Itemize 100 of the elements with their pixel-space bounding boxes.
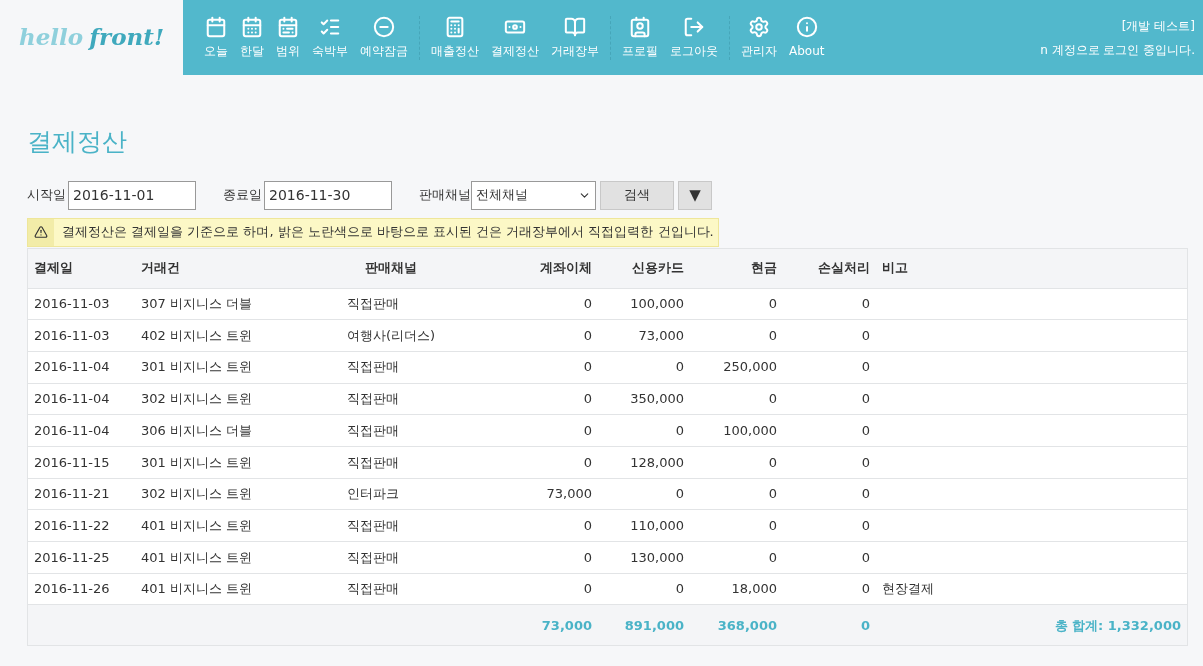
- table-cell: 0: [675, 486, 684, 502]
- table-cell: 0: [861, 296, 870, 312]
- column-header: 현금: [751, 260, 777, 276]
- total-cell: 368,000: [717, 617, 777, 633]
- table-cell: 401 비지니스 트윈: [141, 581, 253, 597]
- search-button[interactable]: 검색: [600, 180, 674, 210]
- table-cell: 0: [861, 549, 870, 565]
- column-header: 판매채널: [365, 260, 417, 276]
- column-header: 신용카드: [632, 260, 684, 276]
- table-cell: 0: [583, 296, 592, 312]
- logo-text: front!: [89, 22, 164, 53]
- table-cell: 0: [583, 517, 592, 533]
- table-cell: 0: [861, 517, 870, 533]
- table-cell: 인터파크: [347, 486, 399, 502]
- table-cell: 0: [768, 327, 777, 343]
- table-cell: 302 비지니스 트윈: [141, 391, 253, 407]
- nav-button[interactable]: 프로필: [617, 15, 663, 60]
- table-cell: 401 비지니스 트윈: [141, 517, 253, 533]
- page-title: 결제정산: [27, 126, 128, 158]
- table-cell: 현장결제: [882, 581, 934, 597]
- nav-button[interactable]: 매출정산: [426, 15, 484, 60]
- table-cell: 301 비지니스 트윈: [141, 454, 253, 470]
- table-cell: 직접판매: [347, 517, 399, 533]
- table-cell: 직접판매: [347, 391, 399, 407]
- table-cell: 0: [675, 581, 684, 597]
- grand-total: 총 합계: 1,332,000: [1054, 617, 1181, 633]
- table-cell: 2016-11-03: [34, 296, 110, 312]
- start-date-field[interactable]: 2016-11-01: [68, 180, 196, 210]
- table-cell: 307 비지니스 더블: [141, 296, 253, 312]
- environment-label: [개발 테스트]: [1121, 17, 1195, 35]
- nav-button[interactable]: 숙박부: [307, 15, 353, 60]
- table-cell: 0: [583, 581, 592, 597]
- table-cell: 350,000: [630, 391, 684, 407]
- table-cell: 2016-11-03: [34, 327, 110, 343]
- table-cell: 18,000: [731, 581, 777, 597]
- table-cell: 0: [861, 486, 870, 502]
- table-cell: 401 비지니스 트윈: [141, 549, 253, 565]
- end-date-field[interactable]: 2016-11-30: [264, 180, 392, 210]
- nav-button[interactable]: 오늘: [199, 15, 233, 60]
- field-label: 시작일: [27, 186, 66, 205]
- table-cell: 0: [861, 327, 870, 343]
- nav-button[interactable]: 범위: [271, 15, 305, 60]
- table-cell: 직접판매: [347, 454, 399, 470]
- column-header: 계좌이체: [540, 260, 592, 276]
- table-cell: 73,000: [546, 486, 592, 502]
- table-cell: 직접판매: [347, 296, 399, 312]
- table-cell: 302 비지니스 트윈: [141, 486, 253, 502]
- table-cell: 0: [583, 454, 592, 470]
- table-cell: 100,000: [723, 422, 777, 438]
- table-cell: 0: [583, 327, 592, 343]
- table-cell: 0: [768, 549, 777, 565]
- table-cell: 306 비지니스 더블: [141, 422, 253, 438]
- table-cell: 0: [768, 517, 777, 533]
- table-cell: 0: [768, 486, 777, 502]
- nav-button[interactable]: 결제정산: [486, 15, 544, 60]
- field-label: 판매채널: [419, 186, 471, 205]
- table-cell: 0: [583, 422, 592, 438]
- table-cell: 402 비지니스 트윈: [141, 327, 253, 343]
- table-cell: 0: [583, 359, 592, 375]
- total-cell: 891,000: [624, 617, 684, 633]
- logo-text: hello: [19, 22, 84, 53]
- table-cell: 0: [861, 359, 870, 375]
- table-cell: 0: [768, 296, 777, 312]
- total-cell: 73,000: [541, 617, 592, 633]
- table-cell: 0: [861, 454, 870, 470]
- column-header: 비고: [882, 260, 908, 276]
- table-cell: 0: [861, 422, 870, 438]
- table-cell: 2016-11-15: [34, 454, 110, 470]
- table-cell: 여행사(리더스): [347, 327, 436, 343]
- nav-button[interactable]: 예약잠금: [355, 15, 413, 60]
- table-cell: 2016-11-04: [34, 422, 110, 438]
- table-cell: 0: [861, 581, 870, 597]
- table-cell: 2016-11-04: [34, 359, 110, 375]
- table-cell: 0: [583, 549, 592, 565]
- nav-button[interactable]: 관리자: [736, 15, 782, 60]
- table-cell: 128,000: [630, 454, 684, 470]
- nav-button[interactable]: 한달: [235, 15, 269, 60]
- channel-dropdown[interactable]: 전체채널: [471, 180, 596, 210]
- column-header: 거래건: [141, 260, 180, 276]
- nav-button[interactable]: 거래장부: [546, 15, 604, 60]
- nav-button[interactable]: About: [784, 15, 830, 60]
- table-cell: 0: [675, 359, 684, 375]
- total-cell: 0: [860, 617, 870, 633]
- field-label: 종료일: [223, 186, 262, 205]
- table-cell: 2016-11-26: [34, 581, 110, 597]
- table-cell: 0: [861, 391, 870, 407]
- table-cell: 0: [675, 422, 684, 438]
- table-cell: 0: [768, 391, 777, 407]
- column-header: 손실처리: [818, 260, 870, 276]
- table-cell: 250,000: [723, 359, 777, 375]
- table-cell: 직접판매: [347, 359, 399, 375]
- table-cell: 2016-11-25: [34, 549, 110, 565]
- table-cell: 0: [583, 391, 592, 407]
- table-cell: 직접판매: [347, 549, 399, 565]
- login-status: n 계정으로 로그인 중입니다.: [1040, 41, 1195, 59]
- table-cell: 110,000: [630, 517, 684, 533]
- expand-button[interactable]: ▼: [678, 180, 712, 210]
- notice-text: 결제정산은 결제일을 기준으로 하며, 밝은 노란색으로 바탕으로 표시된 건은 거래장부에서 직접입력한 건입니다.: [62, 223, 714, 242]
- table-cell: 2016-11-22: [34, 517, 110, 533]
- nav-button[interactable]: 로그아웃: [665, 15, 723, 60]
